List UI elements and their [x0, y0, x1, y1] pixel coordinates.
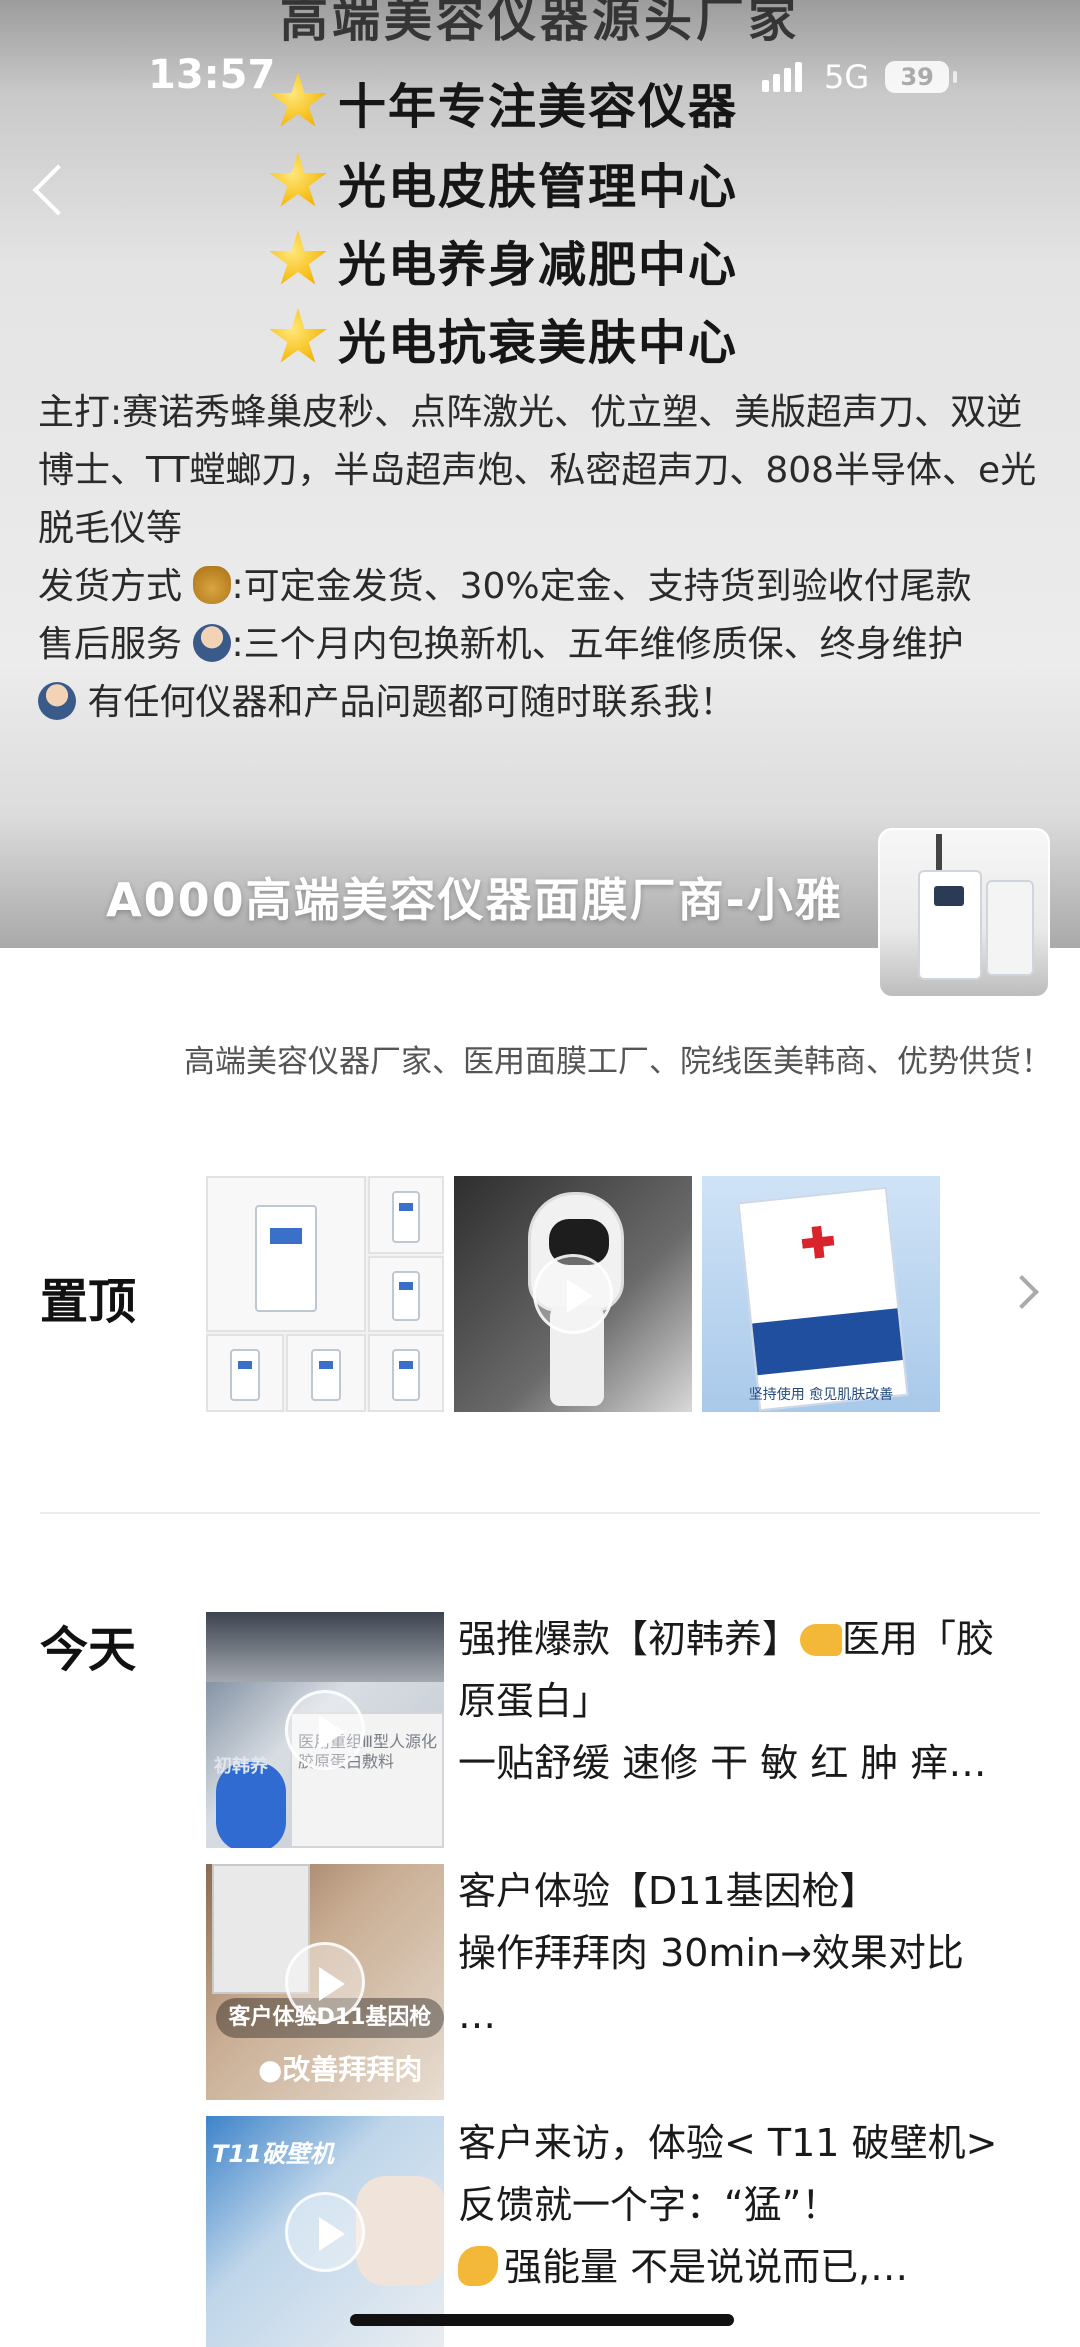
play-icon	[285, 1690, 365, 1770]
network-label: 5G	[824, 58, 870, 96]
today-label: 今天	[40, 1622, 137, 1678]
cover-star-line: 光电皮肤管理中心	[268, 146, 738, 218]
status-indicators: 5G 39	[762, 58, 958, 96]
pinned-post-thumbnail[interactable]: 坚持使用 愈见肌肤改善	[702, 1176, 940, 1412]
post-thumbnail[interactable]: 医用重组Ⅲ型人源化胶原蛋白敷料 初韩养	[206, 1612, 444, 1848]
cover-star-line: 十年专注美容仪器	[268, 66, 738, 138]
star-icon	[269, 230, 327, 285]
home-indicator[interactable]	[350, 2314, 734, 2326]
profile-signature: 高端美容仪器厂家、医用面膜工厂、院线医美韩商、优势供货！	[184, 1044, 1052, 1080]
aftersale-text: 售后服务 :三个月内包换新机、五年维修质保、终身维护	[38, 624, 964, 665]
star-icon	[269, 72, 327, 127]
post-text[interactable]: 客户体验【D11基因枪】 操作拜拜肉 30min→效果对比 …	[458, 1860, 1038, 2046]
post-text[interactable]: 强推爆款【初韩养】 医用「胶 原蛋白」 一贴舒缓 速修 干 敏 红 肿 痒…	[458, 1608, 1038, 1794]
star-icon	[269, 308, 327, 363]
pinned-post-thumbnail[interactable]	[454, 1176, 692, 1412]
cover-star-line: 光电抗衰美肤中心	[268, 302, 738, 374]
avatar[interactable]	[878, 828, 1050, 998]
post-text[interactable]: 客户来访，体验< T11 破壁机> 反馈就一个字：“猛”！ 强能量 不是说说而已…	[458, 2112, 1038, 2298]
status-time: 13:57	[148, 52, 276, 98]
play-icon	[285, 2191, 365, 2272]
post-thumbnail[interactable]: 客户体验D11基因枪 ●改善拜拜肉	[206, 1864, 444, 2100]
money-bag-icon	[193, 566, 232, 604]
shipping-text: 发货方式 :可定金发货、30%定金、支持货到验收付尾款	[38, 566, 972, 607]
pointing-hand-icon	[800, 1624, 843, 1656]
contact-text: 有任何仪器和产品问题都可随时联系我！	[38, 674, 1048, 732]
person-icon	[38, 682, 76, 720]
cover-image[interactable]: 高端美容仪器源头厂家 十年专注美容仪器 光电皮肤管理中心 光电养身减肥中心 光电…	[0, 0, 1080, 948]
play-icon	[285, 1942, 365, 2022]
signal-icon	[762, 62, 802, 92]
main-products-text: 主打:赛诺秀蜂巢皮秒、点阵激光、优立塑、美版超声刀、双逆博士、TT螳螂刀，半岛超…	[38, 392, 1037, 549]
play-icon	[533, 1254, 613, 1334]
battery-icon: 39	[885, 61, 958, 93]
pinned-label: 置顶	[40, 1274, 137, 1330]
pinned-post-thumbnail[interactable]	[206, 1176, 444, 1412]
muscle-icon	[458, 2246, 498, 2286]
cover-heading: 高端美容仪器源头厂家	[279, 0, 800, 48]
cover-star-line: 光电养身减肥中心	[268, 224, 738, 296]
divider	[40, 1512, 1040, 1514]
pinned-caption: 坚持使用 愈见肌肤改善	[748, 1387, 894, 1403]
cover-description: 主打:赛诺秀蜂巢皮秒、点阵激光、优立塑、美版超声刀、双逆博士、TT螳螂刀，半岛超…	[38, 384, 1048, 732]
post-thumbnail[interactable]: T11破壁机	[206, 2116, 444, 2347]
person-icon	[193, 624, 232, 662]
star-icon	[269, 152, 327, 207]
profile-name: A000高端美容仪器面膜厂商-小雅	[106, 873, 843, 927]
chevron-right-icon[interactable]	[1005, 1275, 1039, 1309]
